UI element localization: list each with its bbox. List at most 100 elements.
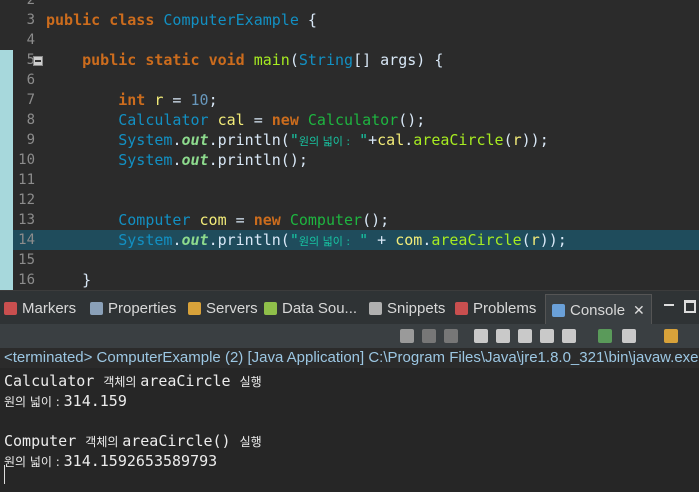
code-line[interactable]: 8 Calculator cal = new Calculator(); [0,110,699,130]
console-text: 실행 [239,435,262,449]
code-token: . [404,131,414,149]
code-line[interactable]: 4 [0,30,699,50]
fold-collapse-icon[interactable] [33,56,43,66]
tab-snippets-label: Snippets [387,299,446,317]
code-text: public static void main(String[] args) { [46,50,443,70]
remove-launch-icon[interactable] [422,329,436,343]
code-line[interactable]: 9 System.out.println("원의 넓이 : "+cal.area… [0,130,699,150]
code-line[interactable]: 7 int r = 10; [0,90,699,110]
maximize-icon[interactable] [682,299,696,313]
gutter-marker [0,270,13,290]
gutter-marker [0,230,13,250]
code-token: out [181,131,209,149]
minimize-icon[interactable] [662,299,676,311]
console-line: Calculator 객체의 areaCircle 실행 [4,371,262,391]
properties-icon [90,301,103,315]
tab-properties[interactable]: Properties [90,291,176,325]
console-text: 실행 [239,375,262,389]
code-line[interactable]: 15 [0,250,699,270]
console-text: 원의 넓이 : [4,455,64,469]
code-text: System.out.println("원의 넓이 : "+cal.areaCi… [46,130,549,152]
code-token: . [208,131,218,149]
line-number: 8 [26,112,35,128]
code-line[interactable]: 11 [0,170,699,190]
scroll-lock-icon[interactable] [496,329,510,343]
code-line[interactable]: 13 Computer com = new Computer(); [0,210,699,230]
tab-console[interactable]: Console ✕ [545,294,652,326]
code-line[interactable]: 6 [0,70,699,90]
code-token: ( [521,231,531,249]
show-on-output-icon[interactable] [540,329,554,343]
code-token: println(); [217,151,308,169]
code-text: public class ComputerExample { [46,10,317,30]
pin-console-icon[interactable] [598,329,612,343]
code-text: } [46,270,91,290]
tab-problems[interactable]: Problems [455,291,536,325]
gutter-marker [0,170,13,190]
code-token: com [199,211,227,229]
console-text: 객체의 [103,375,141,389]
code-line[interactable]: 14 System.out.println("원의 넓이 : " + com.a… [0,230,699,250]
launch-status: <terminated> ComputerExample (2) [Java A… [0,348,699,368]
console-text: Computer [4,432,86,450]
console-toolbar [0,324,699,348]
gutter-marker [0,50,13,70]
tab-markers-label: Markers [22,299,77,317]
tab-markers[interactable]: Markers [4,291,76,325]
code-line[interactable]: 16 } [0,270,699,290]
code-token: . [208,231,218,249]
display-selected-console-icon[interactable] [622,329,636,343]
code-token: class [109,11,164,29]
code-token: Calculator [118,111,218,129]
code-text: System.out.println(); [46,150,308,170]
close-console-icon[interactable]: ✕ [633,302,645,319]
open-console-icon[interactable] [664,329,678,343]
problems-icon [455,301,468,315]
code-editor[interactable]: 2 3 public class ComputerExample { 4 5 publi… [0,0,699,290]
gutter-marker [0,210,13,230]
code-token: ComputerExample [163,11,299,29]
console-output[interactable]: Calculator 객체의 areaCircle 실행 원의 넓이 : 314… [0,368,699,492]
code-token: } [46,271,92,289]
tab-data-source[interactable]: Data Sou... [264,291,357,325]
tab-console-label: Console [570,302,626,319]
code-line[interactable]: 5 public static void main(String[] args)… [0,50,699,70]
code-token: )); [521,131,549,149]
line-number: 16 [18,272,35,288]
line-number: 6 [26,72,35,88]
code-line[interactable]: 3 public class ComputerExample { [0,10,699,30]
line-number: 12 [18,192,35,208]
code-line[interactable]: 2 [0,0,699,10]
word-wrap-icon[interactable] [518,329,532,343]
code-token: = [163,91,191,109]
remove-all-terminated-icon[interactable] [444,329,458,343]
tab-properties-label: Properties [108,299,177,317]
clear-console-icon[interactable] [474,329,488,343]
console-text: 314.1592653589793 [63,452,218,470]
show-on-error-icon[interactable] [562,329,576,343]
code-line[interactable]: 12 [0,190,699,210]
console-line: 원의 넓이 : 314.1592653589793 [4,451,217,471]
tab-snippets[interactable]: Snippets [369,291,445,325]
line-number: 5 [26,52,35,68]
gutter-marker [0,250,13,270]
line-number: 4 [26,32,35,48]
code-token: println( [217,131,290,149]
terminate-icon[interactable] [400,329,414,343]
tab-problems-label: Problems [473,299,537,317]
code-token: public [82,51,146,69]
code-token: ; [208,91,218,109]
tab-servers[interactable]: Servers [188,291,258,325]
code-token: 10 [190,91,209,109]
console-text: areaCircle [140,372,240,390]
code-token: new [271,111,308,129]
code-line[interactable]: 10 System.out.println(); [0,150,699,170]
line-number: 3 [26,12,35,28]
gutter-marker [0,110,13,130]
code-token: " [289,131,299,149]
code-token: [] args) { [353,51,444,69]
